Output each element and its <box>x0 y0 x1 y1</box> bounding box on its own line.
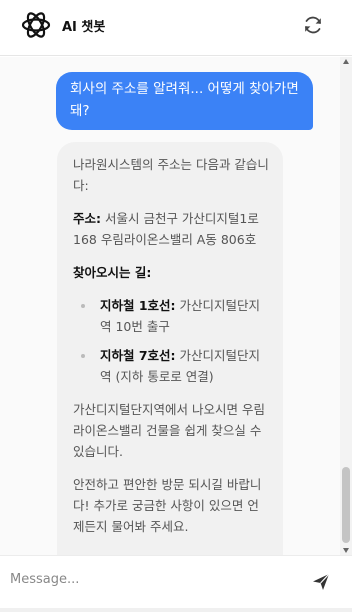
list-item: 지하철 7호선: 가산디지털단지역 (지하 통로로 연결) <box>73 345 269 387</box>
send-icon[interactable] <box>311 572 331 592</box>
scroll-down-arrow-icon[interactable] <box>343 548 349 553</box>
route-list: 지하철 1호선: 가산디지털단지역 10번 출구 지하철 7호선: 가산디지털단… <box>73 295 269 387</box>
route-label: 지하철 1호선: <box>100 298 176 313</box>
app-title: AI 챗봇 <box>62 20 106 35</box>
directions-label: 찾아오시는 길: <box>73 265 152 280</box>
route-label: 지하철 7호선: <box>100 348 176 363</box>
directions-heading: 찾아오시는 길: <box>73 262 269 283</box>
openai-knot-icon <box>21 12 51 38</box>
message-input[interactable] <box>0 566 305 592</box>
bot-paragraph: 가산디지털단지역에서 나오시면 우림라이온스밸리 건물을 쉽게 찾으실 수 있습… <box>73 402 265 459</box>
bottom-divider <box>0 608 352 612</box>
bot-intro: 나라원시스템의 주소는 다음과 같습니다: <box>73 157 269 193</box>
message-composer <box>0 555 352 612</box>
scrollbar-thumb[interactable] <box>342 467 350 543</box>
bot-address: 주소: 서울시 금천구 가산디지털1로 168 우림라이온스밸리 A동 806호 <box>73 208 269 250</box>
refresh-icon[interactable] <box>302 14 324 36</box>
app-header: AI 챗봇 <box>0 0 352 56</box>
bot-paragraph: 안전하고 편안한 방문 되시길 바랍니다! 추가로 궁금한 사항이 있으면 언제… <box>73 477 262 534</box>
bot-message-bubble: 나라원시스템의 주소는 다음과 같습니다: 주소: 서울시 금천구 가산디지털1… <box>57 142 283 555</box>
scroll-up-arrow-icon[interactable] <box>343 59 349 64</box>
list-item: 지하철 1호선: 가산디지털단지역 10번 출구 <box>73 295 269 337</box>
address-label: 주소: <box>73 211 101 226</box>
chat-scrollbar[interactable] <box>340 57 352 555</box>
address-value: 서울시 금천구 가산디지털1로 168 우림라이온스밸리 A동 806호 <box>73 211 259 247</box>
chat-area[interactable]: 회사의 주소를 알려줘... 어떻게 찾아가면 돼? 나라원시스템의 주소는 다… <box>0 57 340 555</box>
user-message-bubble: 회사의 주소를 알려줘... 어떻게 찾아가면 돼? <box>56 72 313 130</box>
